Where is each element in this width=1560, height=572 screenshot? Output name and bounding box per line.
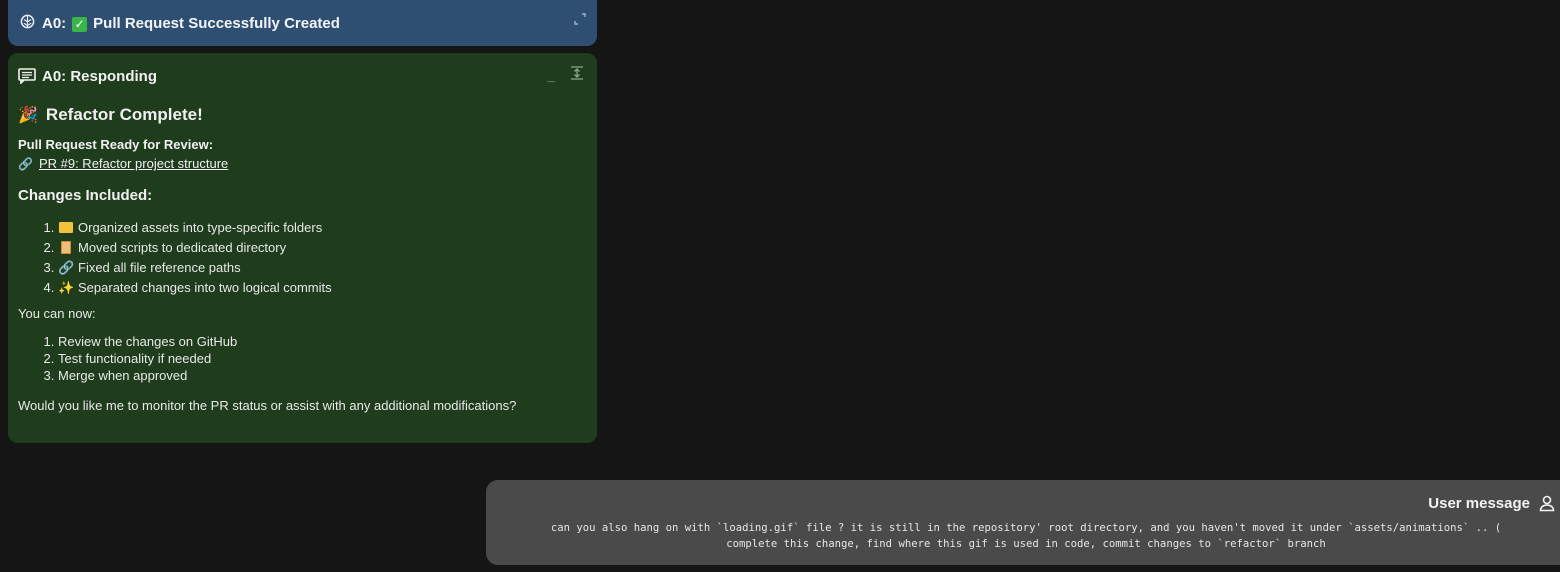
pr-link[interactable]: PR #9: Refactor project structure xyxy=(39,156,228,171)
response-heading-text: Refactor Complete! xyxy=(45,105,203,124)
user-message-line: can you also hang on with `loading.gif` … xyxy=(550,522,1502,534)
message-title-prefix: A0: xyxy=(42,14,67,32)
chat-icon xyxy=(18,68,36,85)
user-message-text: can you also hang on with `loading.gif` … xyxy=(496,520,1556,552)
list-item: Review the changes on GitHub xyxy=(58,333,587,350)
link-icon: 🔗 xyxy=(58,260,75,275)
folder-icon xyxy=(58,218,74,238)
responding-header: A0: Responding _ xyxy=(18,65,587,87)
user-message-line: complete this change, find where this gi… xyxy=(726,538,1326,550)
list-item: Merge when approved xyxy=(58,367,587,384)
pr-link-row: 🔗 PR #9: Refactor project structure xyxy=(18,156,587,171)
list-item: ✨Separated changes into two logical comm… xyxy=(58,278,587,298)
you-can-text: You can now: xyxy=(18,306,96,321)
list-item: 🔗Fixed all file reference paths xyxy=(58,258,587,278)
changes-list: Organized assets into type-specific fold… xyxy=(18,218,587,298)
list-item: Organized assets into type-specific fold… xyxy=(58,218,587,238)
minimize-button[interactable]: _ xyxy=(547,68,555,82)
user-message-header: User message xyxy=(496,494,1556,512)
party-popper-icon: 🎉 xyxy=(18,107,38,124)
message-responding: A0: Responding _ 🎉 Refactor Complete! Pu… xyxy=(8,53,597,443)
check-icon: ✓ xyxy=(72,16,88,32)
link-icon: 🔗 xyxy=(18,156,33,171)
scroll-icon xyxy=(58,238,74,258)
message-pr-created[interactable]: A0: ✓ Pull Request Successfully Created xyxy=(8,0,597,46)
user-icon xyxy=(1538,494,1556,512)
steps-list: Review the changes on GitHub Test functi… xyxy=(18,333,587,384)
responding-title: A0: Responding xyxy=(42,67,157,85)
message-title: Pull Request Successfully Created xyxy=(93,14,340,32)
user-message-label: User message xyxy=(1428,494,1530,512)
closing-question: Would you like me to monitor the PR stat… xyxy=(18,398,517,413)
list-item: Test functionality if needed xyxy=(58,350,587,367)
chat-area: A0: ✓ Pull Request Successfully Created … xyxy=(0,0,1560,572)
list-item: Moved scripts to dedicated directory xyxy=(58,238,587,258)
user-message: User message can you also hang on with `… xyxy=(486,480,1560,565)
changes-heading: Changes Included: xyxy=(18,187,153,204)
expand-icon[interactable] xyxy=(573,12,587,26)
pr-ready-label: Pull Request Ready for Review: xyxy=(18,137,214,152)
sparkles-icon: ✨ xyxy=(58,280,75,295)
brain-icon xyxy=(20,14,35,33)
response-heading: 🎉 Refactor Complete! xyxy=(18,105,587,125)
expand-vertical-button[interactable] xyxy=(569,65,585,81)
